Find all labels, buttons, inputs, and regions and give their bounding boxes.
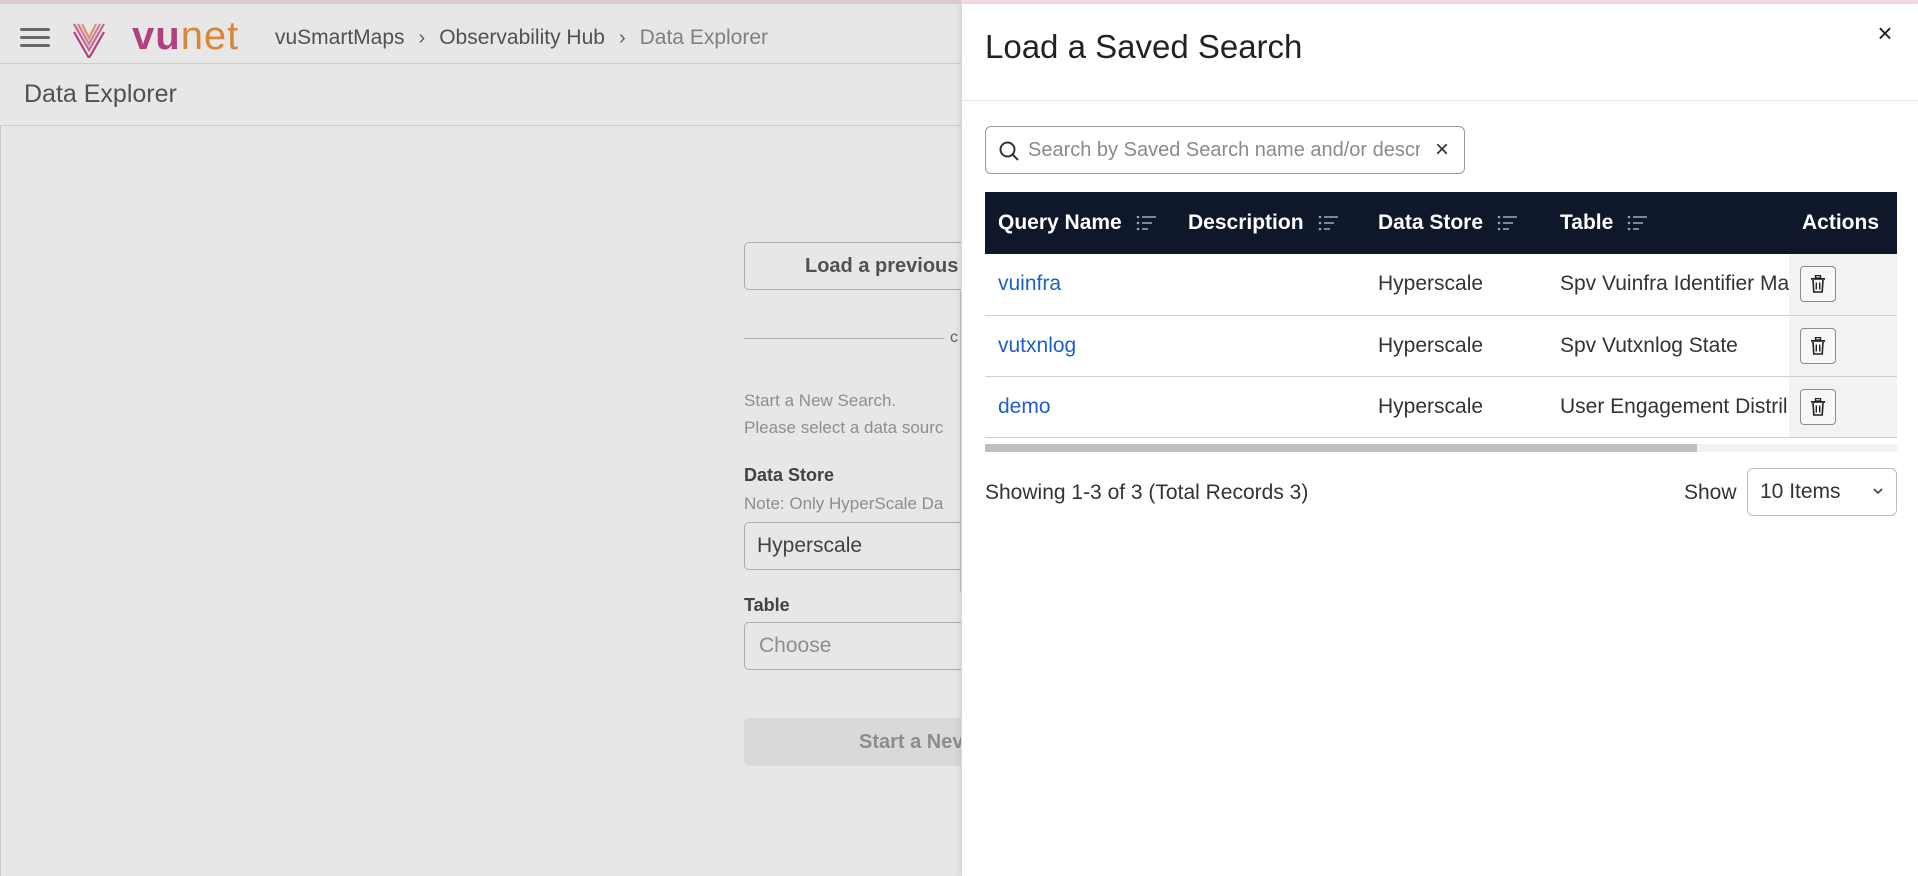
saved-search-table-container: Query Name Description Data Store Table …: [985, 192, 1897, 452]
search-icon: [999, 141, 1019, 161]
column-header-table[interactable]: Table: [1547, 192, 1789, 254]
load-saved-search-flyout: Load a Saved Search × × Query Name Descr…: [961, 4, 1918, 876]
column-header-data-store[interactable]: Data Store: [1365, 192, 1547, 254]
column-header-description[interactable]: Description: [1175, 192, 1365, 254]
trash-icon: [1811, 397, 1825, 416]
data-store-cell: Hyperscale: [1378, 394, 1484, 418]
table-row: vuinfra Hyperscale Spv Vuinfra Identifie…: [985, 254, 1897, 315]
query-name-link[interactable]: demo: [985, 376, 1175, 437]
saved-search-table: Query Name Description Data Store Table …: [985, 192, 1897, 438]
delete-button[interactable]: [1800, 327, 1836, 364]
show-label: Show: [1684, 481, 1737, 504]
data-store-cell: Hyperscale: [1378, 272, 1484, 296]
actions-cell: [1789, 376, 1897, 437]
divider: [962, 100, 1918, 101]
search-input[interactable]: [1028, 135, 1420, 165]
table-header-row: Query Name Description Data Store Table …: [985, 192, 1897, 254]
delete-button[interactable]: [1800, 388, 1836, 425]
sort-icon[interactable]: [1136, 214, 1158, 232]
description-cell: [1175, 254, 1365, 315]
items-per-page-value: 10 Items: [1760, 480, 1841, 503]
close-icon[interactable]: ×: [1870, 18, 1900, 48]
items-per-page-select[interactable]: 10 Items: [1747, 468, 1897, 516]
description-cell: [1175, 315, 1365, 376]
sort-icon[interactable]: [1627, 214, 1649, 232]
flyout-title: Load a Saved Search: [985, 28, 1303, 65]
table-row: demo Hyperscale User Engagement Distril: [985, 376, 1897, 437]
sort-icon[interactable]: [1318, 214, 1340, 232]
actions-cell: [1789, 254, 1897, 315]
table-row: vutxnlog Hyperscale Spv Vutxnlog State: [985, 315, 1897, 376]
table-cell: Spv Vuinfra Identifier Ma: [1560, 272, 1789, 296]
modal-overlay[interactable]: [0, 0, 961, 876]
actions-cell: [1789, 315, 1897, 376]
horizontal-scrollbar[interactable]: [985, 444, 1897, 452]
column-header-actions: Actions: [1789, 192, 1897, 254]
table-cell: Spv Vutxnlog State: [1560, 333, 1738, 357]
pagination-summary: Showing 1-3 of 3 (Total Records 3): [985, 481, 1309, 504]
saved-search-search-box: ×: [985, 126, 1465, 174]
chevron-down-icon: [1873, 488, 1883, 495]
trash-icon: [1811, 336, 1825, 355]
clear-search-icon[interactable]: ×: [1430, 138, 1454, 162]
description-cell: [1175, 376, 1365, 437]
table-cell: User Engagement Distril: [1560, 394, 1788, 418]
scrollbar-thumb[interactable]: [985, 444, 1697, 452]
query-name-link[interactable]: vuinfra: [985, 254, 1175, 315]
sort-icon[interactable]: [1497, 214, 1519, 232]
query-name-link[interactable]: vutxnlog: [985, 315, 1175, 376]
column-header-query-name[interactable]: Query Name: [985, 192, 1175, 254]
trash-icon: [1811, 275, 1825, 294]
data-store-cell: Hyperscale: [1378, 333, 1484, 357]
delete-button[interactable]: [1800, 266, 1836, 303]
